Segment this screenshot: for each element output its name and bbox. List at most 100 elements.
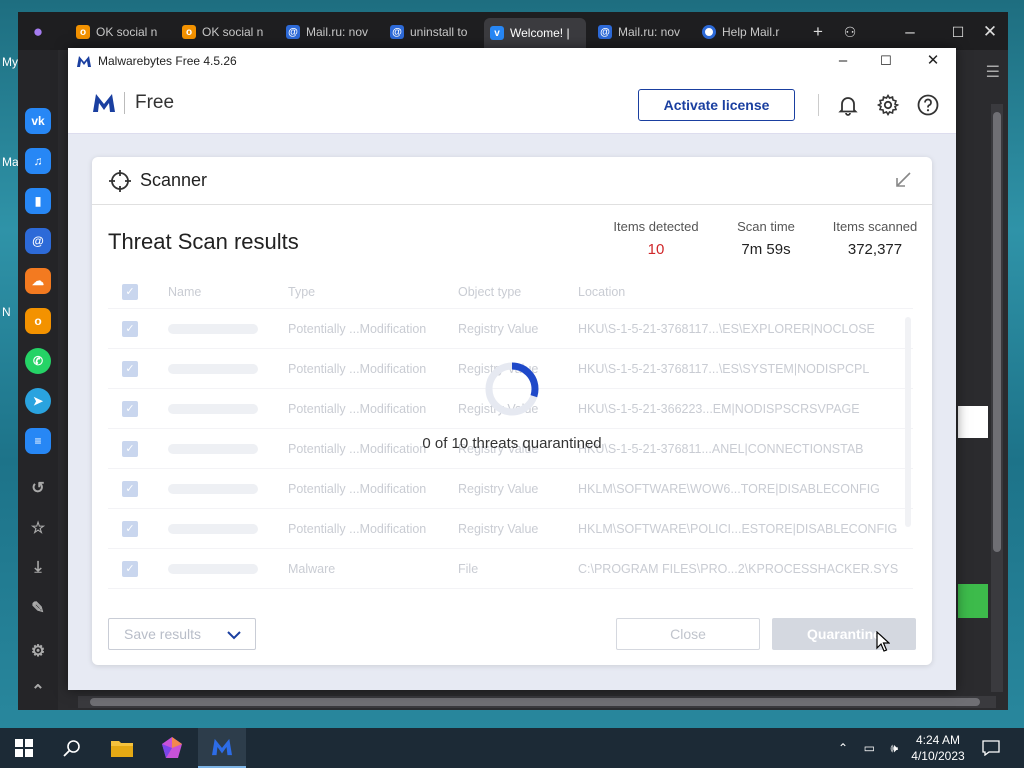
column-header-location[interactable]: Location [578, 285, 903, 299]
table-header: ✓ Name Type Object type Location [108, 275, 913, 309]
shrink-icon[interactable] [894, 171, 912, 189]
browser-tab[interactable]: @ Mail.ru: nov [280, 20, 382, 44]
browser-sidebar: vk ♫ ▮ @ ☁ o ✆ ➤ ≡ ↺ ☆ ⤓ ✎ ⚙ ⌃ [18, 50, 58, 710]
clock[interactable]: 4:24 AM 4/10/2023 [900, 732, 976, 764]
stats-icon[interactable]: ▮ [25, 188, 51, 214]
whatsapp-icon[interactable]: ✆ [25, 348, 51, 374]
history-icon[interactable]: ↺ [25, 475, 51, 501]
save-results-dropdown[interactable]: Save results [108, 618, 256, 650]
minimize-icon[interactable]: – [898, 20, 922, 44]
volume-icon[interactable]: 🕪 [890, 741, 898, 756]
ok-icon[interactable]: o [25, 308, 51, 334]
windows-icon [15, 739, 33, 757]
new-tab-icon[interactable]: + [806, 20, 830, 44]
ok-icon: o [182, 25, 196, 39]
browser-tab-active[interactable]: v Welcome! | [484, 18, 586, 48]
browser-tab[interactable]: o OK social n [176, 20, 278, 44]
tab-label: Welcome! | [510, 26, 570, 40]
quarantine-progress-overlay: 0 of 10 threats quarantined [92, 317, 932, 617]
app-logo: Free [92, 92, 174, 114]
browser-taskbar-button[interactable] [148, 728, 196, 768]
chevron-up-icon[interactable]: ⌃ [25, 678, 51, 704]
tab-bar: ● o OK social n o OK social n @ Mail.ru: no… [18, 12, 1008, 50]
mailru-icon: @ [598, 25, 612, 39]
file-explorer-button[interactable] [98, 728, 146, 768]
incognito-icon[interactable]: ⚇ [838, 20, 862, 44]
edition-label: Free [135, 92, 175, 113]
search-icon [63, 740, 80, 757]
gear-icon[interactable] [876, 93, 900, 117]
items-scanned-stat: Items scanned 372,377 [830, 219, 920, 258]
tab-label: Mail.ru: nov [306, 25, 369, 39]
app-header: Free Activate license [68, 74, 956, 134]
close-icon[interactable]: ✕ [978, 20, 1002, 44]
close-button[interactable]: Close [616, 618, 760, 650]
clock-date: 4/10/2023 [911, 749, 965, 763]
tab-label: OK social n [202, 25, 264, 39]
close-window-button[interactable]: ✕ [910, 48, 956, 74]
scan-time-stat: Scan time 7m 59s [730, 219, 802, 258]
card-title: Scanner [140, 170, 208, 190]
activate-license-button[interactable]: Activate license [638, 89, 795, 121]
malwarebytes-logo-icon [77, 56, 91, 67]
vk-icon: v [490, 26, 504, 40]
title-bar: Malwarebytes Free 4.5.26 – ☐ ✕ [68, 48, 956, 74]
desktop-label[interactable]: Ma [0, 155, 20, 205]
page-element [958, 406, 988, 438]
cloud-icon[interactable]: ☁ [25, 268, 51, 294]
stat-value: 7m 59s [741, 241, 791, 258]
maximize-icon[interactable]: ☐ [946, 20, 970, 44]
vertical-scrollbar[interactable] [991, 104, 1003, 692]
gear-icon[interactable]: ⚙ [25, 638, 51, 664]
horizontal-scrollbar[interactable] [78, 696, 996, 708]
window-title: Malwarebytes Free 4.5.26 [98, 54, 237, 68]
system-tray: ⌃ ▭ 🕪 [838, 728, 898, 768]
tab-label: Mail.ru: nov [618, 25, 681, 39]
column-header-name[interactable]: Name [168, 285, 201, 299]
browser-tab[interactable]: o OK social n [70, 20, 172, 44]
vk-icon[interactable]: vk [25, 108, 51, 134]
notifications-icon[interactable] [982, 728, 1002, 768]
results-title: Threat Scan results [108, 229, 299, 254]
column-header-object-type[interactable]: Object type [458, 285, 521, 299]
browser-tab[interactable]: @ Mail.ru: nov [592, 20, 694, 44]
mouse-cursor-icon [876, 631, 890, 652]
tab-label: uninstall to [410, 25, 468, 39]
telegram-icon[interactable]: ➤ [25, 388, 51, 414]
menu-icon[interactable]: ☰ [958, 62, 1008, 102]
chat-bubble-icon [982, 740, 1000, 756]
brush-icon[interactable]: ✎ [25, 595, 51, 621]
malwarebytes-m-icon [212, 738, 232, 756]
download-icon[interactable]: ⤓ [25, 555, 51, 581]
card-header: Scanner [92, 157, 932, 205]
help-icon [702, 25, 716, 39]
music-icon[interactable]: ♫ [25, 148, 51, 174]
stat-value: 372,377 [847, 241, 903, 258]
desktop-label[interactable]: N [0, 305, 20, 355]
column-header-type[interactable]: Type [288, 285, 315, 299]
search-button[interactable] [48, 728, 96, 768]
browser-tab[interactable]: @ uninstall to [384, 20, 486, 44]
star-icon[interactable]: ☆ [25, 515, 51, 541]
page-element [958, 584, 988, 618]
desktop-label[interactable]: My [0, 55, 20, 105]
mailru-icon[interactable]: @ [25, 228, 51, 254]
bell-icon[interactable] [836, 93, 860, 117]
select-all-checkbox[interactable]: ✓ [122, 283, 138, 300]
minimize-button[interactable]: – [820, 48, 866, 74]
maximize-button[interactable]: ☐ [863, 48, 909, 74]
chevron-up-icon[interactable]: ⌃ [838, 741, 848, 755]
stat-label: Items scanned [832, 219, 918, 234]
browser-logo-icon[interactable]: ● [26, 20, 50, 44]
browser-logo-icon [162, 737, 182, 758]
list-icon[interactable]: ≡ [25, 428, 51, 454]
tab-label: OK social n [96, 25, 158, 39]
start-button[interactable] [0, 728, 48, 768]
quarantine-button[interactable]: Quarantine [772, 618, 916, 650]
browser-tab[interactable]: Help Mail.r [696, 20, 798, 44]
help-icon[interactable] [916, 93, 940, 117]
malwarebytes-window: Malwarebytes Free 4.5.26 – ☐ ✕ Free Acti… [68, 48, 956, 690]
network-icon[interactable]: ▭ [864, 741, 875, 755]
folder-icon [111, 741, 133, 757]
malwarebytes-taskbar-button[interactable] [198, 728, 246, 768]
